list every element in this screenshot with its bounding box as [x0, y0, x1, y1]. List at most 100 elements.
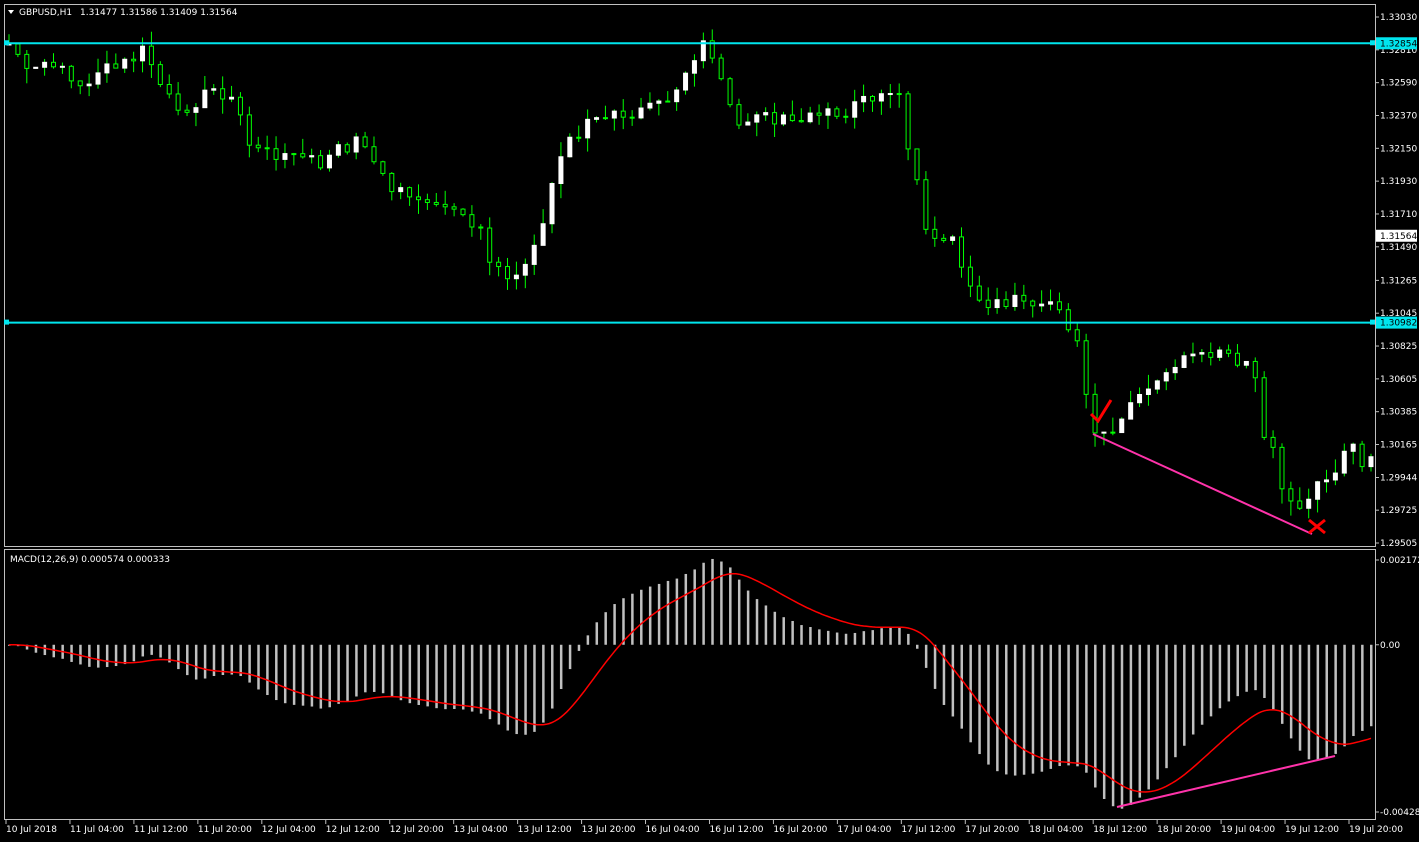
candle-body [852, 101, 858, 118]
macd-bar [1316, 644, 1320, 760]
macd-bar [355, 644, 358, 697]
time-tick-label: 19 Jul 20:00 [1349, 825, 1403, 835]
candle-body [335, 144, 341, 156]
time-tick-label: 19 Jul 12:00 [1285, 825, 1339, 835]
macd-bar [1147, 644, 1150, 790]
price-tick-label: 1.30825 [1380, 342, 1417, 352]
candle-body [371, 146, 377, 163]
candle-body [1145, 388, 1151, 395]
macd-bar [551, 644, 554, 709]
candle-body [318, 155, 324, 169]
price-tick-label: 1.31710 [1380, 210, 1417, 220]
macd-tick-label: -0.004285 [1380, 808, 1419, 818]
candle-body [398, 187, 404, 193]
macd-bar [1272, 644, 1275, 710]
macd-bar [248, 644, 251, 683]
macd-bar [729, 567, 732, 645]
macd-bar [942, 644, 946, 705]
macd-bar [800, 625, 803, 645]
macd-bar [506, 644, 510, 731]
macd-bar [657, 583, 661, 645]
chart-header[interactable]: GBPUSD,H1 1.31477 1.31586 1.31409 1.3156… [8, 8, 238, 18]
level-handle [1370, 40, 1375, 46]
macd-bar [1245, 644, 1248, 692]
candle-body [1297, 500, 1303, 509]
candle-body [905, 93, 911, 150]
candle-body [1315, 481, 1321, 500]
macd-bar [141, 644, 145, 657]
candle-body [923, 179, 929, 230]
macd-bar [684, 573, 688, 645]
trading-chart[interactable]: 1.330301.328101.325901.323701.321501.319… [0, 0, 1419, 842]
candle-body [950, 236, 956, 241]
macd-bar [1174, 644, 1177, 758]
macd-bar [933, 644, 937, 689]
time-tick-label: 12 Jul 20:00 [390, 825, 444, 835]
candle-body [843, 115, 849, 118]
price-tick-label: 1.31490 [1380, 243, 1417, 253]
candle-body [148, 45, 154, 66]
candle-body [478, 226, 484, 229]
macd-bar [159, 644, 162, 658]
lower-level-tag: 1.30982 [1380, 319, 1417, 329]
macd-bar [568, 644, 572, 670]
macd-bar [150, 644, 153, 655]
candle-body [1154, 380, 1160, 390]
macd-bar [462, 644, 465, 710]
candle-body [246, 114, 252, 146]
candle-body [896, 93, 902, 96]
macd-bar [1138, 644, 1142, 798]
macd-bar [283, 644, 287, 704]
price-tick-label: 1.30385 [1380, 408, 1417, 418]
candle-body [166, 84, 172, 95]
macd-bar [924, 644, 928, 668]
candle-body [451, 206, 457, 210]
macd-bar [782, 617, 785, 645]
candle-body [976, 285, 982, 301]
time-tick-label: 17 Jul 04:00 [837, 825, 891, 835]
macd-bar [1111, 644, 1115, 807]
macd-bar [239, 644, 242, 677]
macd-bar [631, 593, 634, 645]
macd-bar [755, 599, 759, 645]
macd-bar [1076, 644, 1079, 767]
macd-bar [737, 579, 741, 645]
candle-body [362, 136, 368, 148]
candle-body [505, 266, 511, 280]
triangle-down-icon[interactable] [8, 10, 14, 14]
candle-body [602, 117, 608, 120]
horizontal-levels[interactable] [4, 40, 1375, 325]
candle-body [531, 244, 537, 265]
macd-tick-label: 0.002172 [1380, 556, 1419, 566]
candle-body [1359, 443, 1365, 468]
candle-body [220, 88, 226, 100]
price-trendline [1092, 433, 1313, 535]
candle-body [104, 63, 110, 74]
macd-bar [880, 628, 883, 645]
macd-bar [132, 644, 136, 662]
candle-body [193, 107, 199, 113]
macd-bar [1005, 644, 1008, 775]
macd-bar [1289, 644, 1293, 739]
candle-body [647, 102, 653, 109]
macd-histogram [8, 558, 1373, 809]
candle-body [51, 61, 57, 68]
candle-body [255, 144, 261, 149]
macd-bar [559, 644, 563, 690]
candle-body [86, 83, 92, 87]
candle-body [1172, 366, 1178, 374]
candle-body [1065, 309, 1071, 331]
candle-body [789, 114, 795, 122]
candle-body [585, 118, 591, 139]
macd-bar [835, 632, 839, 645]
candle-body [415, 196, 421, 201]
price-tick-label: 1.31930 [1380, 177, 1417, 187]
candle-body [326, 154, 332, 169]
candle-body [1137, 393, 1143, 404]
level-handle [4, 319, 9, 325]
candle-body [273, 148, 279, 160]
macd-bar [381, 644, 385, 694]
candle-body [1012, 294, 1018, 307]
candle-body [1279, 446, 1285, 490]
time-tick-label: 13 Jul 04:00 [454, 825, 508, 835]
